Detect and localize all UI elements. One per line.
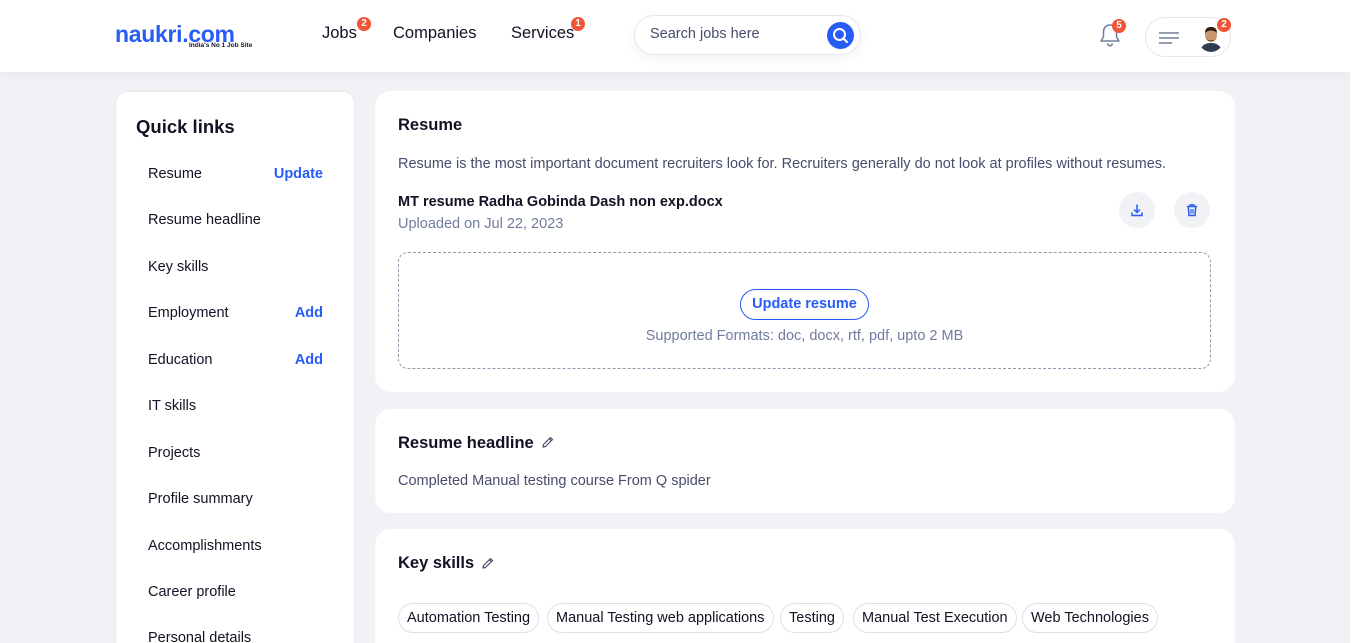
search-button[interactable] (827, 22, 854, 49)
resume-description: Resume is the most important document re… (398, 156, 1167, 172)
services-badge: 1 (571, 17, 585, 31)
skill-chip: Manual Testing web applications (547, 603, 774, 633)
quick-link-it-skills[interactable]: IT skills (148, 398, 323, 414)
quick-link-profile-summary[interactable]: Profile summary (148, 491, 323, 507)
quick-link-label: Profile summary (148, 491, 253, 507)
quick-link-career-profile[interactable]: Career profile (148, 584, 323, 600)
quick-link-label: Resume (148, 166, 202, 182)
resume-headline-text: Completed Manual testing course From Q s… (398, 473, 711, 489)
quick-link-key-skills[interactable]: Key skills (148, 259, 323, 275)
download-resume-button[interactable] (1119, 192, 1155, 228)
delete-resume-button[interactable] (1174, 192, 1210, 228)
skill-chip: Web Technologies (1022, 603, 1158, 633)
nav-services-label: Services (511, 24, 575, 42)
resume-card-title: Resume (398, 116, 463, 134)
quick-link-label: Key skills (148, 259, 209, 275)
skill-chip: Automation Testing (398, 603, 540, 633)
quick-link-label: Resume headline (148, 212, 261, 228)
resume-headline-title: Resume headline (398, 434, 534, 452)
quick-link-label: Career profile (148, 584, 236, 600)
quick-link-employment[interactable]: Employment Add (148, 305, 323, 321)
edit-key-skills-icon[interactable] (481, 556, 495, 570)
education-add-link[interactable]: Add (295, 352, 323, 368)
edit-headline-icon[interactable] (541, 435, 555, 449)
top-header: naukri.com India's No 1 Job Site Jobs 2 … (0, 0, 1350, 72)
hamburger-menu-icon (1159, 32, 1179, 44)
quick-link-label: Employment (148, 305, 229, 321)
nav-jobs-label: Jobs (322, 24, 357, 42)
nav-services[interactable]: Services (511, 24, 574, 43)
nav-companies[interactable]: Companies (393, 24, 476, 43)
resume-upload-zone[interactable]: Update resume Supported Formats: doc, do… (398, 252, 1211, 369)
quick-link-resume-headline[interactable]: Resume headline (148, 212, 323, 228)
nav-jobs[interactable]: Jobs (322, 24, 357, 43)
scrollbar-track[interactable] (1350, 0, 1366, 643)
key-skills-title: Key skills (398, 554, 475, 572)
resume-card: Resume Resume is the most important docu… (375, 91, 1235, 392)
supported-formats-text: Supported Formats: doc, docx, rtf, pdf, … (645, 328, 964, 344)
quick-link-accomplishments[interactable]: Accomplishments (148, 538, 323, 554)
nav-companies-label: Companies (393, 24, 477, 42)
jobs-badge: 2 (357, 17, 371, 31)
trash-icon (1187, 204, 1197, 217)
quick-link-education[interactable]: Education Add (148, 352, 323, 368)
quick-link-personal-details[interactable]: Personal details (148, 630, 323, 643)
resume-upload-date: Uploaded on Jul 22, 2023 (398, 216, 564, 232)
resume-headline-card: Resume headline Completed Manual testing… (375, 409, 1235, 513)
quick-link-label: Personal details (148, 630, 252, 643)
quick-links-title: Quick links (136, 116, 235, 137)
resume-update-link[interactable]: Update (274, 166, 323, 182)
resume-file-name: MT resume Radha Gobinda Dash non exp.doc… (398, 194, 723, 210)
search-bar (634, 15, 861, 55)
update-resume-button[interactable]: Update resume (740, 289, 869, 320)
quick-link-label: IT skills (148, 398, 197, 414)
key-skills-card: Key skills Automation Testing Manual Tes… (375, 529, 1235, 643)
naukri-logo[interactable]: naukri.com India's No 1 Job Site (115, 22, 252, 49)
logo-tagline: India's No 1 Job Site (189, 42, 253, 49)
download-icon (1131, 204, 1143, 217)
quick-link-label: Education (148, 352, 213, 368)
quick-link-projects[interactable]: Projects (148, 445, 323, 461)
skill-chip: Manual Test Execution (853, 603, 1017, 633)
employment-add-link[interactable]: Add (295, 305, 323, 321)
quick-link-label: Accomplishments (148, 538, 262, 554)
skill-chip: Testing (780, 603, 844, 633)
search-icon (833, 28, 848, 43)
profile-badge: 2 (1217, 18, 1231, 32)
quick-link-resume[interactable]: Resume Update (148, 166, 323, 182)
notification-badge: 5 (1112, 19, 1126, 33)
quick-links-panel: Quick links Resume Update Resume headlin… (115, 91, 355, 643)
quick-link-label: Projects (148, 445, 201, 461)
search-input[interactable] (650, 26, 820, 42)
